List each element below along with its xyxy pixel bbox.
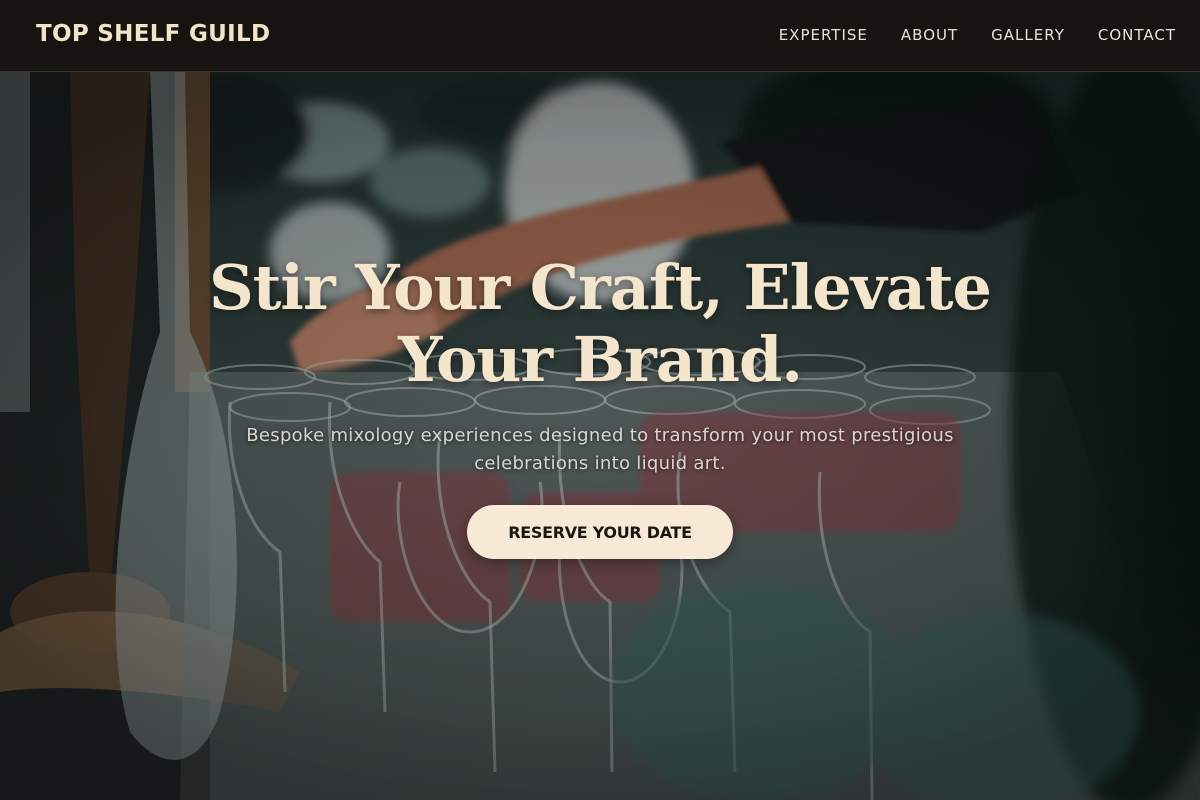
reserve-date-button[interactable]: RESERVE YOUR DATE xyxy=(467,505,733,559)
hero-title-line-1: Stir Your Craft, Elevate xyxy=(209,251,992,324)
hero-section: Stir Your Craft, Elevate Your Brand. Bes… xyxy=(0,72,1200,800)
hero-subtitle: Bespoke mixology experiences designed to… xyxy=(195,422,1005,478)
nav-link-expertise[interactable]: EXPERTISE xyxy=(779,26,868,44)
hero-title: Stir Your Craft, Elevate Your Brand. xyxy=(150,252,1050,396)
nav-link-contact[interactable]: CONTACT xyxy=(1098,26,1176,44)
nav-link-about[interactable]: ABOUT xyxy=(901,26,958,44)
brand-logo[interactable]: TOP SHELF GUILD xyxy=(36,21,270,47)
hero-subtitle-line-2: celebrations into liquid art. xyxy=(474,453,726,474)
hero-subtitle-line-1: Bespoke mixology experiences designed to… xyxy=(246,425,954,446)
nav-link-gallery[interactable]: GALLERY xyxy=(991,26,1065,44)
site-header: TOP SHELF GUILD EXPERTISE ABOUT GALLERY … xyxy=(0,0,1200,72)
hero-title-line-2: Your Brand. xyxy=(398,323,803,396)
main-nav: EXPERTISE ABOUT GALLERY CONTACT xyxy=(779,26,1176,44)
